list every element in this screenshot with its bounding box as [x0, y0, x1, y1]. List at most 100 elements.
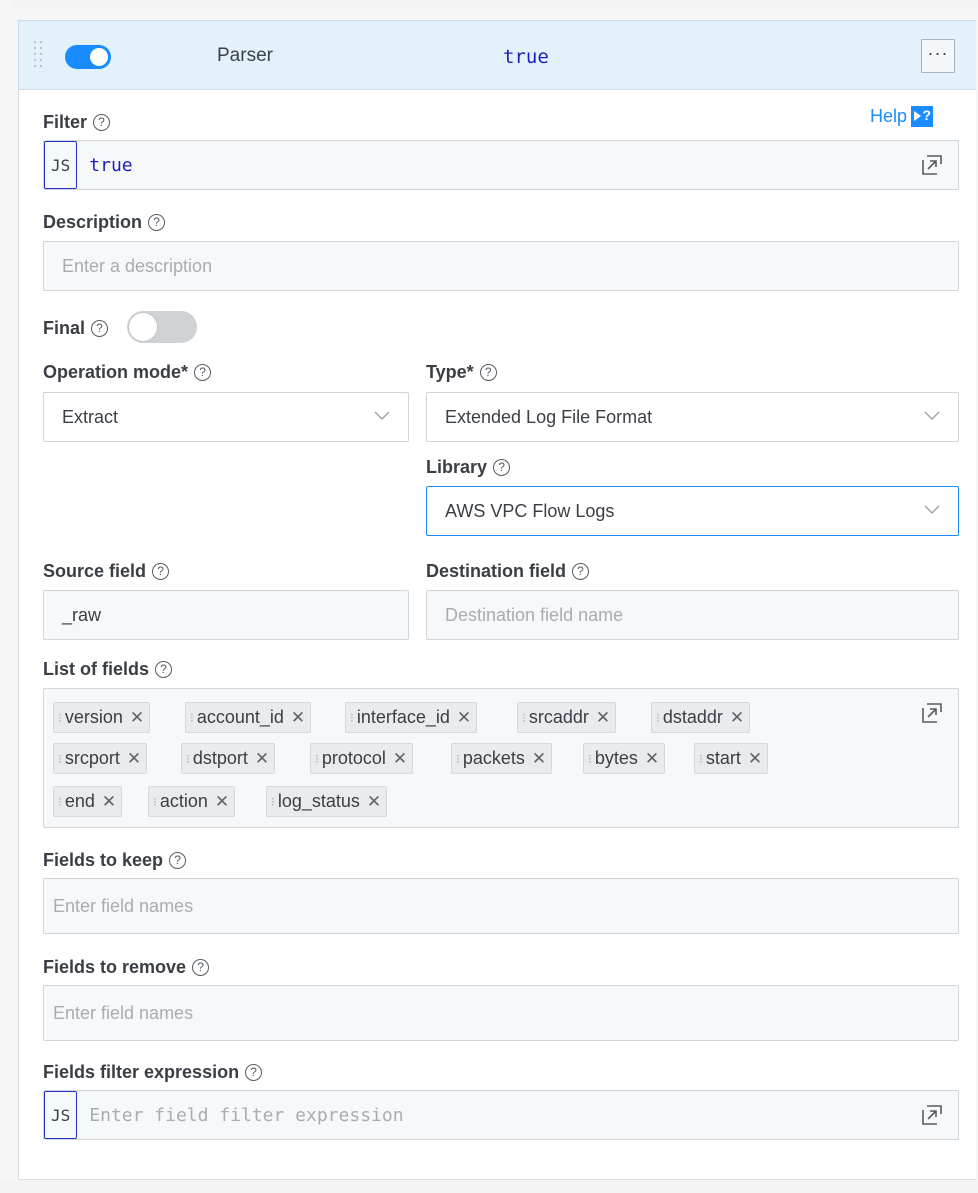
field-tag-label: packets [462, 748, 525, 768]
remove-tag-icon[interactable]: ✕ [457, 708, 471, 728]
field-tag[interactable]: ⁝ srcport ✕ [53, 743, 148, 774]
filter-expression-field[interactable]: JS true [43, 140, 959, 190]
drag-handle-icon[interactable] [34, 41, 44, 71]
source-field-input[interactable]: _raw [43, 590, 409, 640]
field-tag[interactable]: ⁝ start ✕ [694, 743, 769, 774]
remove-tag-icon[interactable]: ✕ [215, 792, 229, 812]
remove-tag-icon[interactable]: ✕ [127, 749, 141, 769]
drag-grip-icon[interactable]: ⁝ [456, 752, 460, 766]
type-help-icon[interactable]: ? [479, 364, 497, 381]
remove-tag-icon[interactable]: ✕ [532, 749, 546, 769]
field-tag-label: dstport [192, 748, 248, 768]
source-field-value: _raw [62, 604, 102, 625]
type-label-row: Type* ? [426, 362, 497, 383]
field-tag[interactable]: ⁝ interface_id ✕ [345, 702, 478, 733]
fields-to-remove-help-icon[interactable]: ? [192, 959, 210, 976]
list-of-fields-input[interactable]: ⁝ version ✕ ⁝ account_id ✕ ⁝ interface_id ✕ ⁝ s… [43, 688, 959, 828]
destination-field-label-row: Destination field ? [426, 561, 590, 582]
drag-grip-icon[interactable]: ⁝ [58, 752, 62, 766]
field-tag[interactable]: ⁝ packets ✕ [451, 743, 553, 774]
destination-field-label: Destination field [426, 561, 567, 581]
remove-tag-icon[interactable]: ✕ [291, 708, 305, 728]
function-title: Parser [217, 45, 273, 66]
remove-tag-icon[interactable]: ✕ [255, 749, 269, 769]
filter-label-row: Filter ? [43, 112, 111, 133]
bottom-gutter [0, 1180, 978, 1193]
drag-grip-icon[interactable]: ⁝ [190, 711, 194, 725]
help-link[interactable]: Help ? [870, 106, 934, 127]
left-gutter [0, 0, 10, 1193]
description-label: Description [43, 212, 143, 232]
field-tag[interactable]: ⁝ bytes ✕ [583, 743, 666, 774]
fields-to-keep-help-icon[interactable]: ? [169, 852, 187, 869]
description-label-row: Description ? [43, 212, 166, 233]
source-field-label: Source field [43, 561, 147, 581]
drag-grip-icon[interactable]: ⁝ [271, 795, 275, 809]
js-language-tag: JS [44, 1091, 78, 1139]
field-tag[interactable]: ⁝ dstaddr ✕ [651, 702, 751, 733]
remove-tag-icon[interactable]: ✕ [596, 708, 610, 728]
fields-filter-expression-help-icon[interactable]: ? [245, 1064, 263, 1081]
library-select[interactable]: AWS VPC Flow Logs [426, 486, 959, 536]
drag-grip-icon[interactable]: ⁝ [58, 795, 62, 809]
remove-tag-icon[interactable]: ✕ [102, 792, 116, 812]
help-link-label: Help [870, 106, 908, 126]
drag-grip-icon[interactable]: ⁝ [350, 711, 354, 725]
fields-filter-expression-field[interactable]: JS Enter field filter expression [43, 1090, 959, 1140]
drag-grip-icon[interactable]: ⁝ [588, 752, 592, 766]
drag-grip-icon[interactable]: ⁝ [153, 795, 157, 809]
field-tag[interactable]: ⁝ dstport ✕ [181, 743, 276, 774]
drag-grip-icon[interactable]: ⁝ [186, 752, 190, 766]
drag-grip-icon[interactable]: ⁝ [656, 711, 660, 725]
remove-tag-icon[interactable]: ✕ [367, 792, 381, 812]
final-help-icon[interactable]: ? [91, 320, 109, 337]
field-tag[interactable]: ⁝ log_status ✕ [266, 786, 388, 817]
operation-mode-select[interactable]: Extract [43, 392, 409, 442]
fields-to-keep-label: Fields to keep [43, 850, 164, 870]
drag-grip-icon[interactable]: ⁝ [315, 752, 319, 766]
function-filter-summary: true [503, 46, 549, 68]
fields-to-keep-input[interactable]: Enter field names [43, 878, 959, 934]
destination-field-help-icon[interactable]: ? [572, 563, 590, 580]
drag-grip-icon[interactable]: ⁝ [58, 711, 62, 725]
library-help-icon[interactable]: ? [493, 459, 511, 476]
field-tag[interactable]: ⁝ end ✕ [53, 786, 123, 817]
field-tag-label: action [159, 791, 208, 811]
expand-editor-icon[interactable] [920, 1103, 944, 1127]
field-tag[interactable]: ⁝ action ✕ [148, 786, 236, 817]
final-toggle[interactable] [127, 311, 197, 343]
field-tag-label: dstaddr [662, 707, 723, 727]
source-field-help-icon[interactable]: ? [152, 563, 170, 580]
remove-tag-icon[interactable]: ✕ [748, 749, 762, 769]
list-of-fields-help-icon[interactable]: ? [155, 661, 173, 678]
remove-tag-icon[interactable]: ✕ [393, 749, 407, 769]
remove-tag-icon[interactable]: ✕ [130, 708, 144, 728]
operation-mode-label-row: Operation mode* ? [43, 362, 212, 383]
filter-help-icon[interactable]: ? [93, 114, 111, 131]
chevron-down-icon [924, 411, 940, 420]
field-tag[interactable]: ⁝ version ✕ [53, 702, 151, 733]
expand-editor-icon[interactable] [920, 153, 944, 177]
destination-field-input[interactable]: Destination field name [426, 590, 959, 640]
more-options-button[interactable]: ··· [921, 39, 955, 73]
filter-label: Filter [43, 112, 88, 132]
function-enabled-toggle[interactable] [65, 45, 111, 69]
description-input[interactable]: Enter a description [43, 241, 959, 291]
description-help-icon[interactable]: ? [148, 214, 166, 231]
remove-tag-icon[interactable]: ✕ [730, 708, 744, 728]
final-label: Final [43, 318, 86, 338]
expand-editor-icon[interactable] [920, 701, 944, 725]
field-tag-label: version [64, 707, 123, 727]
function-header[interactable]: Parser true ··· [18, 20, 976, 90]
field-tag[interactable]: ⁝ srcaddr ✕ [517, 702, 617, 733]
field-tag[interactable]: ⁝ protocol ✕ [310, 743, 414, 774]
remove-tag-icon[interactable]: ✕ [645, 749, 659, 769]
fields-to-remove-input[interactable]: Enter field names [43, 985, 959, 1041]
drag-grip-icon[interactable]: ⁝ [699, 752, 703, 766]
type-select[interactable]: Extended Log File Format [426, 392, 959, 442]
field-tag-label: account_id [196, 707, 284, 727]
drag-grip-icon[interactable]: ⁝ [522, 711, 526, 725]
operation-mode-help-icon[interactable]: ? [194, 364, 212, 381]
field-tag[interactable]: ⁝ account_id ✕ [185, 702, 312, 733]
filter-expression-value[interactable]: true [89, 155, 132, 176]
